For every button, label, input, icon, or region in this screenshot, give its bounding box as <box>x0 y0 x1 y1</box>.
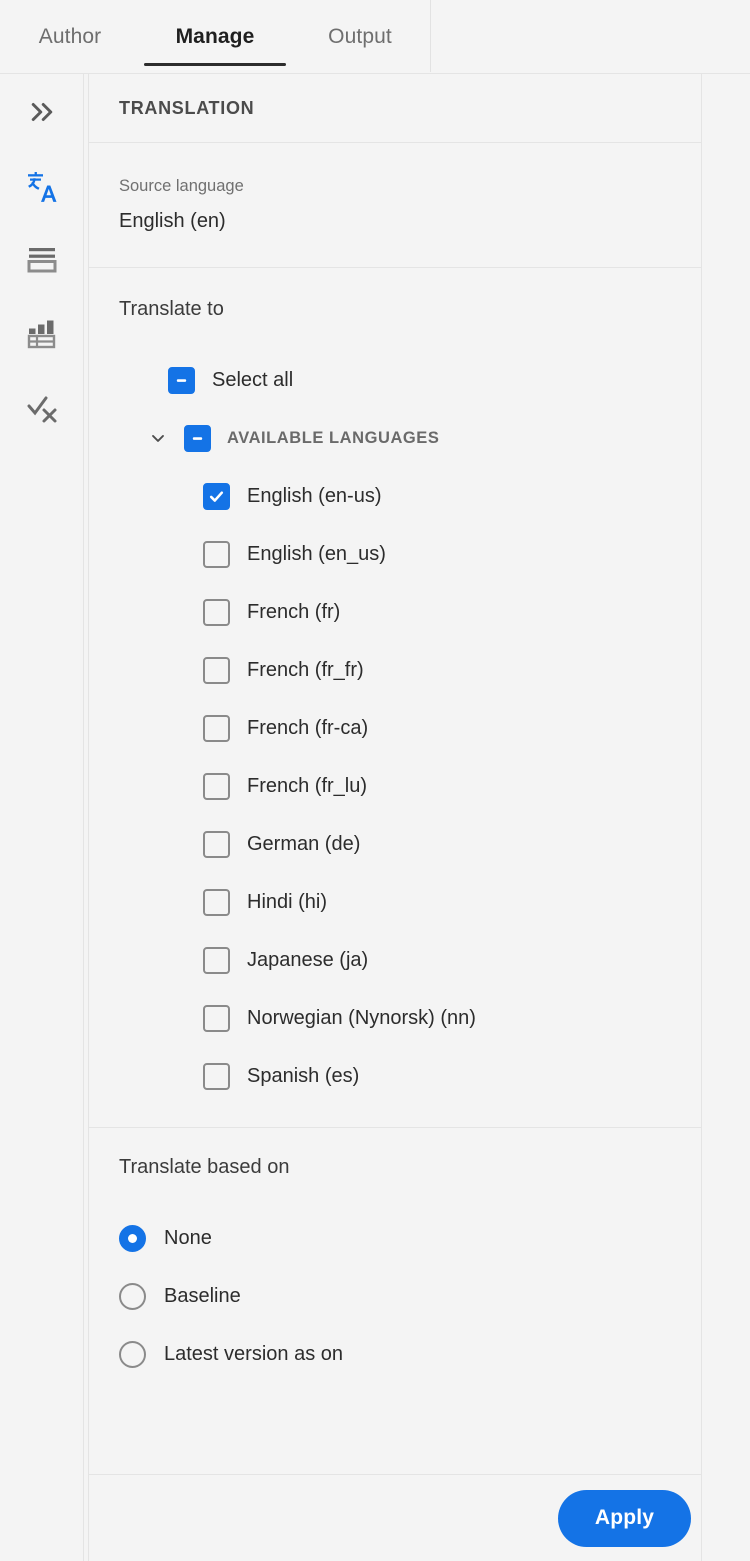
radio-row-none[interactable]: None <box>119 1209 671 1267</box>
language-label: French (fr) <box>247 600 341 623</box>
left-icon-rail <box>0 74 84 1561</box>
language-label: French (fr_lu) <box>247 774 368 797</box>
tab-output[interactable]: Output <box>290 0 430 73</box>
select-all-checkbox[interactable] <box>168 366 195 394</box>
language-label: French (fr-ca) <box>247 716 369 739</box>
tab-manage-label: Manage <box>175 24 255 48</box>
tab-author[interactable]: Author <box>0 0 140 73</box>
language-checkbox[interactable] <box>203 540 230 568</box>
top-tab-bar: Author Manage Output <box>0 0 750 74</box>
language-row-fr-ca[interactable]: French (fr-ca) <box>119 699 671 757</box>
language-checkbox[interactable] <box>203 598 230 626</box>
expand-panel-button[interactable] <box>0 84 84 140</box>
check-glyph <box>209 490 224 502</box>
radio-baseline[interactable] <box>119 1282 146 1310</box>
language-row-fr_fr[interactable]: French (fr_fr) <box>119 641 671 699</box>
tab-author-label: Author <box>38 24 102 48</box>
list-icon <box>26 245 58 275</box>
sidebar-item-conditions[interactable] <box>0 232 84 288</box>
radio-row-latest-version[interactable]: Latest version as on <box>119 1325 671 1383</box>
tab-manage[interactable]: Manage <box>140 0 290 73</box>
panel-header: TRANSLATION <box>89 74 701 143</box>
translate-based-on-section: Translate based on None Baseline Latest … <box>89 1128 701 1413</box>
radio-latest-version-label: Latest version as on <box>164 1342 343 1365</box>
language-label: Hindi (hi) <box>247 890 328 913</box>
dash-glyph <box>176 378 187 382</box>
radio-baseline-label: Baseline <box>164 1284 241 1307</box>
panel-footer: Apply <box>89 1474 701 1561</box>
translate-to-title: Translate to <box>119 298 224 320</box>
language-label: German (de) <box>247 832 361 855</box>
available-languages-group-row[interactable]: AVAILABLE LANGUAGES <box>119 409 671 467</box>
apply-button[interactable]: Apply <box>558 1489 691 1547</box>
report-chart-icon <box>26 318 58 350</box>
language-checkbox[interactable] <box>203 946 230 974</box>
language-checkbox[interactable] <box>203 1062 230 1090</box>
language-checkbox[interactable] <box>203 656 230 684</box>
page-title: TRANSLATION <box>119 97 255 118</box>
language-checkbox[interactable] <box>203 772 230 800</box>
radio-latest-version[interactable] <box>119 1340 146 1368</box>
source-language-value: English (en) <box>119 210 226 232</box>
panel-right-gap <box>703 74 750 1561</box>
tab-bar-filler <box>430 0 750 72</box>
language-row-hi[interactable]: Hindi (hi) <box>119 873 671 931</box>
translate-to-section: Translate to Select all AVAILABLE LANGUA… <box>89 268 701 1128</box>
radio-row-baseline[interactable]: Baseline <box>119 1267 671 1325</box>
language-label: English (en-us) <box>247 484 382 507</box>
language-label: Spanish (es) <box>247 1064 360 1087</box>
language-row-en_us[interactable]: English (en_us) <box>119 525 671 583</box>
language-row-de[interactable]: German (de) <box>119 815 671 873</box>
language-row-ja[interactable]: Japanese (ja) <box>119 931 671 989</box>
language-checkbox[interactable] <box>203 1004 230 1032</box>
language-checkbox[interactable] <box>203 714 230 742</box>
language-checkbox[interactable] <box>203 888 230 916</box>
tab-output-label: Output <box>328 24 392 48</box>
language-label: Japanese (ja) <box>247 948 369 971</box>
source-language-label: Source language <box>119 177 244 195</box>
language-row-es[interactable]: Spanish (es) <box>119 1047 671 1105</box>
language-checkbox[interactable] <box>203 482 230 510</box>
sidebar-item-review[interactable] <box>0 380 84 436</box>
sidebar-item-reports[interactable] <box>0 306 84 362</box>
language-row-en-us[interactable]: English (en-us) <box>119 467 671 525</box>
language-checkbox[interactable] <box>203 830 230 858</box>
sidebar-item-translation[interactable] <box>0 160 84 216</box>
double-chevron-right-icon <box>27 97 57 127</box>
radio-none-label: None <box>164 1226 212 1249</box>
translate-based-on-title: Translate based on <box>119 1156 290 1178</box>
language-row-fr[interactable]: French (fr) <box>119 583 671 641</box>
translate-icon <box>25 171 59 205</box>
available-languages-label: AVAILABLE LANGUAGES <box>227 428 440 447</box>
radio-none[interactable] <box>119 1224 146 1252</box>
source-language-section: Source language English (en) <box>89 143 701 268</box>
chevron-down-icon[interactable] <box>144 424 172 452</box>
radio-dot <box>128 1233 137 1243</box>
translation-panel: TRANSLATION Source language English (en)… <box>88 74 702 1561</box>
select-all-row[interactable]: Select all <box>119 351 671 409</box>
check-x-icon <box>26 392 58 424</box>
language-row-nn[interactable]: Norwegian (Nynorsk) (nn) <box>119 989 671 1047</box>
language-label: Norwegian (Nynorsk) (nn) <box>247 1006 476 1029</box>
language-row-fr_lu[interactable]: French (fr_lu) <box>119 757 671 815</box>
language-label: French (fr_fr) <box>247 658 364 681</box>
dash-glyph <box>192 436 203 440</box>
available-languages-checkbox[interactable] <box>184 424 211 452</box>
select-all-label: Select all <box>212 368 294 391</box>
language-label: English (en_us) <box>247 542 386 565</box>
